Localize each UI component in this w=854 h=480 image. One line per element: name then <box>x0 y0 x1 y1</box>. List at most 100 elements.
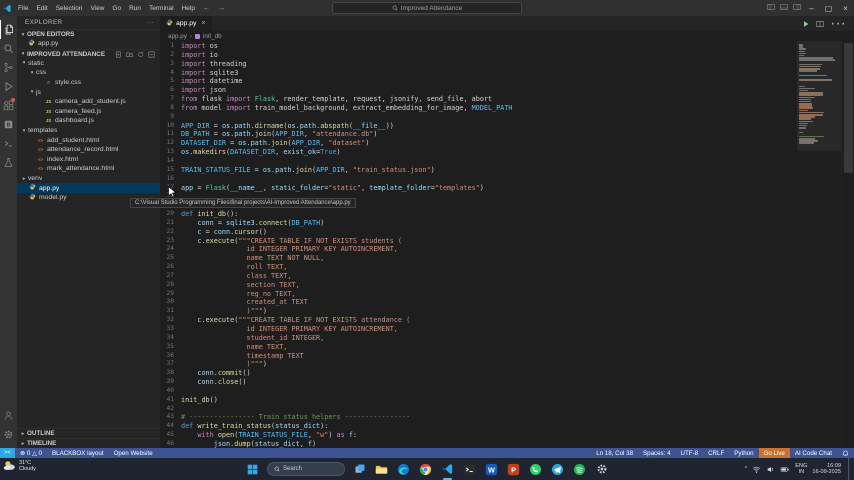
minimap-line <box>799 97 815 99</box>
menu-file[interactable]: File <box>14 5 32 12</box>
editor-scrollbar[interactable] <box>841 41 854 448</box>
status-open-website[interactable]: Open Website <box>109 450 158 457</box>
taskbar-search[interactable]: Search <box>267 462 345 476</box>
breadcrumb-item-init_db[interactable]: init_db <box>203 33 222 40</box>
status-go-live[interactable]: Go Live <box>759 448 790 458</box>
weather-widget[interactable]: 31°C Cloudy <box>3 459 36 472</box>
new-folder-icon[interactable] <box>125 50 133 58</box>
vscode-icon[interactable] <box>440 462 455 477</box>
whatsapp-icon[interactable] <box>528 462 543 477</box>
status-utf-8[interactable]: UTF-8 <box>676 450 704 457</box>
close-button[interactable]: × <box>837 0 854 16</box>
status-ln-18-col-38[interactable]: Ln 18, Col 38 <box>591 450 638 457</box>
refresh-icon[interactable] <box>136 50 144 58</box>
tree-item-venv[interactable]: ▸venv <box>17 174 160 184</box>
tree-item-css[interactable]: ▾css <box>17 68 160 78</box>
start-button[interactable] <box>245 462 260 477</box>
blackbox-icon[interactable]: B <box>0 115 17 134</box>
volume-icon[interactable] <box>766 465 775 474</box>
edge-icon[interactable] <box>396 462 411 477</box>
status-ai-code-chat[interactable]: AI Code Chat <box>790 450 837 457</box>
spotify-icon[interactable] <box>572 462 587 477</box>
remote-indicator[interactable]: >< <box>0 448 15 458</box>
tab-app-py[interactable]: app.py × <box>160 16 213 31</box>
status-python[interactable]: Python <box>729 450 758 457</box>
clock[interactable]: 16:09 16-09-2025 <box>812 463 841 476</box>
nav-forward-icon[interactable]: → <box>214 5 229 12</box>
menu-edit[interactable]: Edit <box>32 5 51 12</box>
menu-selection[interactable]: Selection <box>52 5 87 12</box>
tree-item-style-css[interactable]: #style.css <box>17 78 160 88</box>
breadcrumb-item-app-py[interactable]: app.py <box>168 33 187 40</box>
nav-back-icon[interactable]: ← <box>199 5 214 12</box>
tree-item-attendance_record-html[interactable]: <>attendance_record.html <box>17 145 160 155</box>
notifications-bell-icon[interactable] <box>837 450 854 457</box>
run-python-file-icon[interactable] <box>802 15 810 33</box>
file-explorer-icon[interactable] <box>374 462 389 477</box>
language-indicator[interactable]: ENG IN <box>795 463 807 475</box>
testing-icon[interactable] <box>0 153 17 172</box>
tree-item-mark_attendance-html[interactable]: <>mark_attendance.html <box>17 164 160 174</box>
chrome-icon[interactable] <box>418 462 433 477</box>
tree-item-dashboard-js[interactable]: JSdashboard.js <box>17 116 160 126</box>
breadcrumb[interactable]: app.py›init_db <box>160 31 854 41</box>
menu-view[interactable]: View <box>86 5 108 12</box>
settings-icon[interactable] <box>0 425 17 444</box>
minimap[interactable] <box>797 41 841 448</box>
task-view-icon[interactable] <box>352 462 367 477</box>
tree-item-static[interactable]: ▾static <box>17 59 160 69</box>
explorer-icon[interactable] <box>0 20 17 39</box>
menu-run[interactable]: Run <box>125 5 145 12</box>
battery-icon[interactable] <box>780 465 790 474</box>
remote-icon[interactable] <box>0 134 17 153</box>
code-line: 46 json.dump(status_dict, f) <box>160 440 797 448</box>
search-icon[interactable] <box>0 39 17 58</box>
open-editors-section[interactable]: ▾ OPEN EDITORS <box>17 29 160 39</box>
powerpoint-icon[interactable]: P <box>506 462 521 477</box>
word-icon[interactable]: W <box>484 462 499 477</box>
code-editor[interactable]: 1import os2import io3import threading4im… <box>160 41 797 448</box>
extensions-icon[interactable] <box>0 96 17 115</box>
menu-terminal[interactable]: Terminal <box>145 5 178 12</box>
status-blackbox-layout[interactable]: BLACKBOX layout <box>47 450 109 457</box>
tree-item-add_student-html[interactable]: <>add_student.html <box>17 135 160 145</box>
toggle-sidebar-icon[interactable] <box>764 3 777 13</box>
tab-close-icon[interactable]: × <box>199 20 205 27</box>
tree-item-js[interactable]: ▾js <box>17 87 160 97</box>
project-section[interactable]: ▾ IMPROVED ATTENDANCE <box>17 49 160 59</box>
more-actions-icon[interactable]: ··· <box>830 15 846 33</box>
show-desktop-button[interactable] <box>848 458 851 480</box>
maximize-button[interactable]: ▢ <box>820 0 837 16</box>
wifi-icon[interactable] <box>752 465 761 474</box>
more-actions-icon[interactable]: ··· <box>147 19 155 26</box>
status-crlf[interactable]: CRLF <box>703 450 729 457</box>
minimize-button[interactable]: – <box>803 0 820 16</box>
section-outline[interactable]: ▸OUTLINE <box>17 428 160 438</box>
terminal-icon[interactable] <box>462 462 477 477</box>
menu-go[interactable]: Go <box>108 5 125 12</box>
customize-layout-icon[interactable] <box>790 3 803 13</box>
menu-help[interactable]: Help <box>178 5 199 12</box>
status-spaces-4[interactable]: Spaces: 4 <box>638 450 676 457</box>
tree-item-app-py[interactable]: app.py <box>17 183 160 193</box>
source-control-icon[interactable] <box>0 58 17 77</box>
tray-chevron-icon[interactable]: ^ <box>745 466 748 472</box>
scrollbar-thumb[interactable] <box>844 43 853 173</box>
tree-item-camera_feed-js[interactable]: JScamera_feed.js <box>17 107 160 117</box>
split-editor-icon[interactable] <box>816 15 824 33</box>
run-debug-icon[interactable] <box>0 77 17 96</box>
code-text: import io <box>181 51 218 60</box>
tree-item-camera_add_student-js[interactable]: JScamera_add_student.js <box>17 97 160 107</box>
tree-item-templates[interactable]: ▾templates <box>17 126 160 136</box>
command-center[interactable]: Improved Attendance <box>332 2 522 14</box>
collapse-all-icon[interactable] <box>147 50 155 58</box>
tree-item-index-html[interactable]: <>index.html <box>17 155 160 165</box>
status--0-0[interactable]: ⊗ 0 △ 0 <box>15 450 47 457</box>
open-editor-item-app-py[interactable]: app.py <box>17 39 160 49</box>
telegram-icon[interactable] <box>550 462 565 477</box>
account-icon[interactable] <box>0 406 17 425</box>
new-file-icon[interactable] <box>114 50 122 58</box>
settings-icon[interactable] <box>594 462 609 477</box>
section-timeline[interactable]: ▸TIMELINE <box>17 438 160 448</box>
toggle-panel-icon[interactable] <box>777 3 790 13</box>
